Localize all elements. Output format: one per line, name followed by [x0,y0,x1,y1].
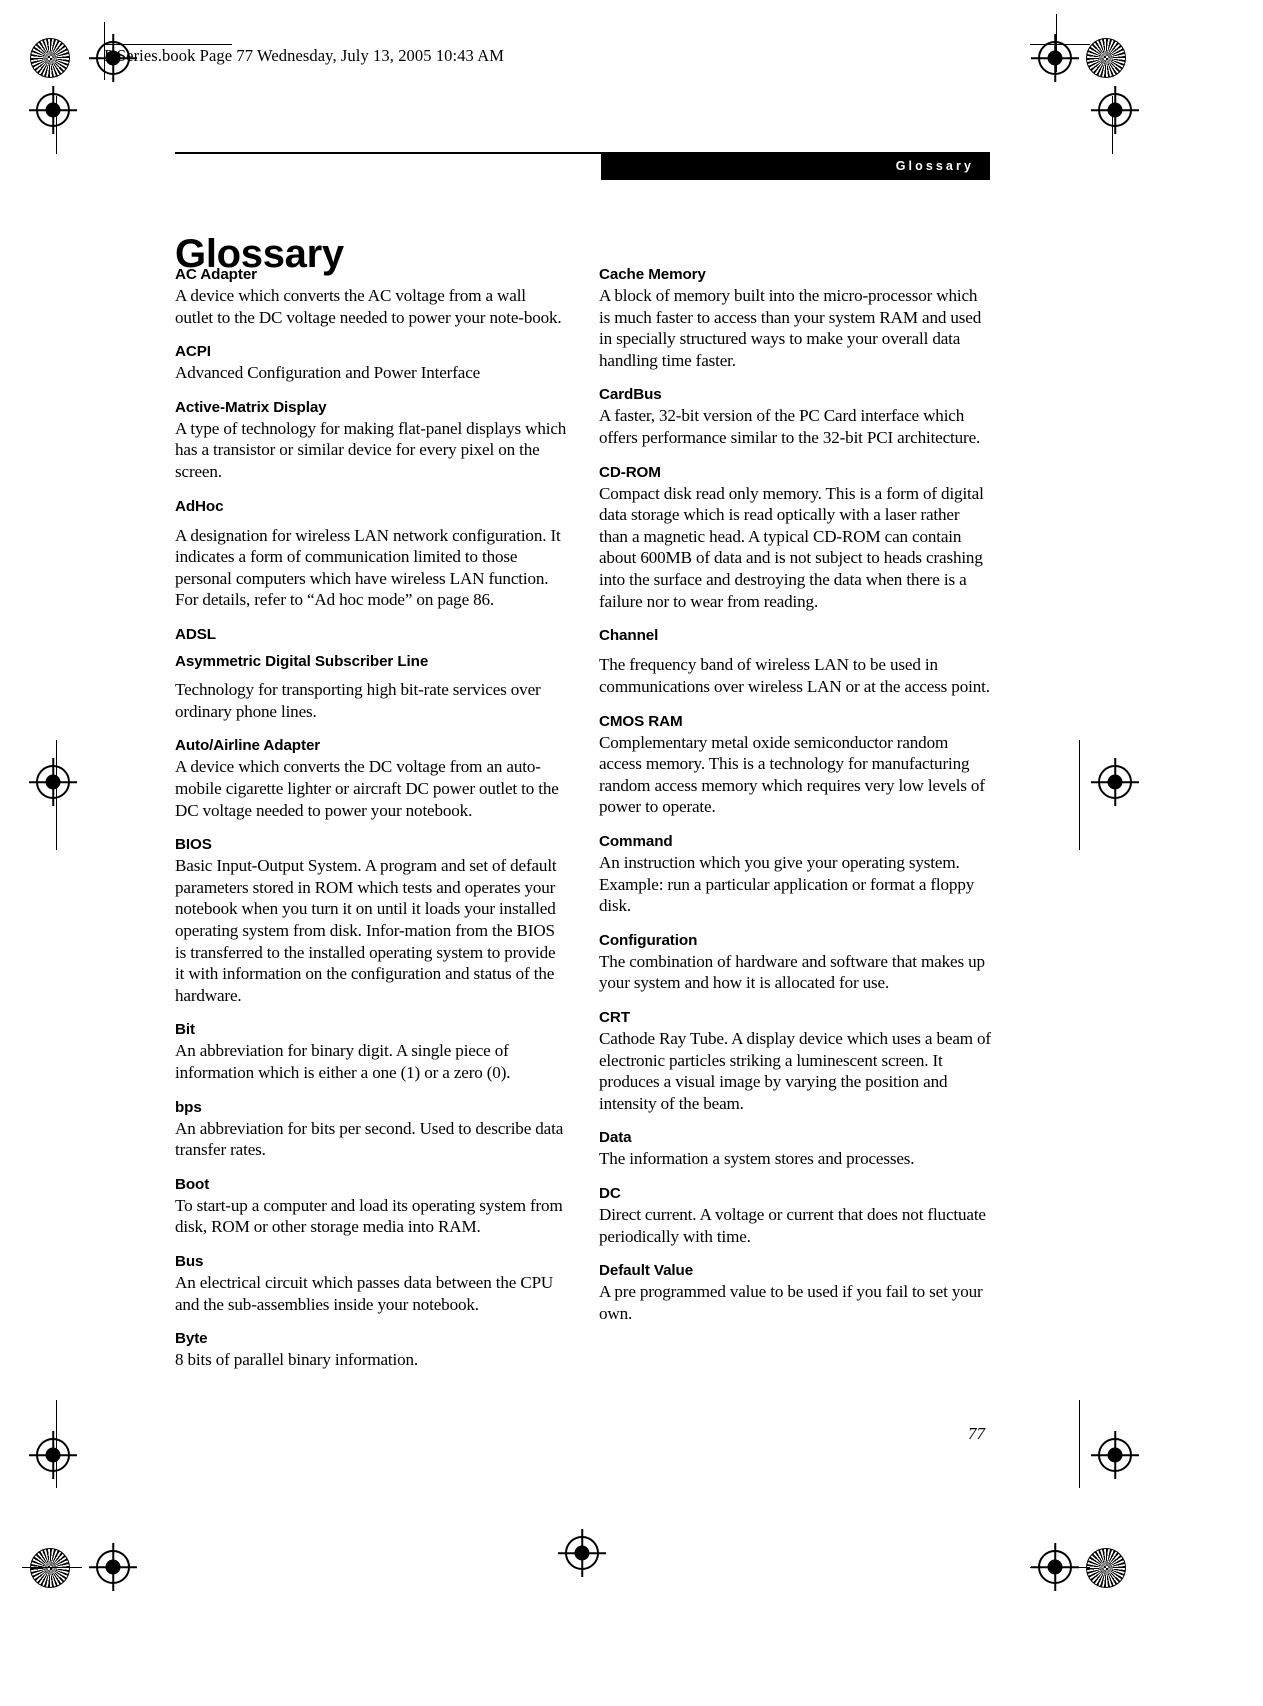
registration-mark-bottom-center [565,1536,599,1570]
glossary-entry: Boot To start-up a computer and load its … [175,1175,567,1238]
glossary-subterm: Asymmetric Digital Subscriber Line [175,653,429,671]
glossary-entry: bps An abbreviation for bits per second. … [175,1098,567,1161]
glossary-term: Active-Matrix Display [175,398,327,416]
glossary-definition: To start-up a computer and load its oper… [175,1195,563,1237]
glossary-entry: ACPI Advanced Configuration and Power Int… [175,342,567,384]
glossary-definition: A type of technology for making flat-pan… [175,418,567,482]
glossary-definition: Complementary metal oxide semiconductor … [599,732,985,817]
glossary-definition: An instruction which you give your opera… [599,852,975,916]
glossary-term: bps [175,1098,202,1116]
glossary-term: ACPI [175,343,211,361]
glossary-entry: BIOS Basic Input-Output System. A program… [175,835,567,1006]
glossary-term: CRT [599,1009,630,1027]
glossary-term: DC [599,1185,621,1203]
glossary-term: Default Value [599,1262,694,1280]
glossary-entry: ADSL Asymmetric Digital Subscriber Line Te… [175,625,567,722]
starburst-mark-top-left [30,38,70,78]
glossary-term: Bit [175,1021,195,1039]
glossary-entry: CD-ROM Compact disk read only memory. Thi… [599,463,991,613]
glossary-definition: Advanced Configuration and Power Interfa… [175,363,481,383]
glossary-term: Command [599,832,673,850]
glossary-definition: Compact disk read only memory. This is a… [599,483,984,611]
glossary-term: CardBus [599,386,662,404]
glossary-definition: Direct current. A voltage or current tha… [599,1205,986,1246]
glossary-term: Byte [175,1330,208,1348]
glossary-definition: An abbreviation for bits per second. Use… [175,1118,564,1160]
crop-mark-right-vertical-middle [1079,740,1081,850]
page-canvas: P Series.book Page 77 Wednesday, July 13… [0,0,1263,1706]
glossary-term: Bus [175,1253,204,1271]
registration-mark-top-right [1038,41,1072,75]
glossary-definition: A device which converts the DC voltage f… [175,757,559,820]
glossary-term: Cache Memory [599,266,706,283]
glossary-entry: Byte 8 bits of parallel binary informatio… [175,1329,567,1371]
glossary-term: ADSL [175,626,216,644]
glossary-definition: A block of memory built into the micro-p… [599,286,982,370]
glossary-definition: A faster, 32-bit version of the PC Card … [599,406,981,448]
glossary-definition: A designation for wireless LAN network c… [175,525,561,610]
glossary-definition: An electrical circuit which passes data … [175,1273,554,1314]
glossary-definition: The frequency band of wireless LAN to be… [599,655,990,696]
registration-mark-right-middle [1098,765,1132,799]
glossary-definition: Basic Input-Output System. A program and… [175,856,557,1005]
crop-mark-bottom-left-horizontal [22,1567,82,1569]
glossary-entry: Default Value A pre programmed value to b… [599,1261,991,1324]
glossary-term: Auto/Airline Adapter [175,737,321,755]
glossary-term: CMOS RAM [599,712,683,730]
glossary-entry: CMOS RAM Complementary metal oxide semico… [599,712,991,818]
glossary-definition: The combination of hardware and software… [599,951,985,993]
glossary-term: AdHoc [175,497,224,515]
glossary-term: CD-ROM [599,463,661,481]
glossary-entry: CRT Cathode Ray Tube. A display device wh… [599,1008,991,1114]
glossary-definition: A device which converts the AC voltage f… [175,286,562,327]
crop-mark-top-right-horizontal [1030,44,1090,46]
glossary-definition: A pre programmed value to be used if you… [599,1282,983,1323]
registration-mark-bottom-left [96,1550,130,1584]
glossary-entry: Active-Matrix Display A type of technolog… [175,398,567,483]
glossary-term: BIOS [175,836,212,854]
registration-mark-right-lower [1098,1438,1132,1472]
glossary-entry: Channel The frequency band of wireless LA… [599,626,991,697]
glossary-entry: DC Direct current. A voltage or current t… [599,1184,991,1247]
crop-mark-right-vertical-upper [1112,96,1114,154]
print-slug-line: P Series.book Page 77 Wednesday, July 13… [104,46,505,65]
glossary-entry: Cache Memory A block of memory built into… [599,265,991,371]
registration-mark-left-lower [36,1438,70,1472]
crop-mark-bottom-right-horizontal [1030,1567,1090,1569]
glossary-entry: AC Adapter A device which converts the AC… [175,265,567,328]
crop-mark-left-vertical-lower [56,1400,58,1488]
glossary-column-left: AC Adapter A device which converts the AC… [175,265,567,1385]
registration-mark-left-middle [36,765,70,799]
page-number: 77 [968,1424,985,1443]
glossary-entry: Command An instruction which you give you… [599,832,991,917]
glossary-definition: Technology for transporting high bit-rat… [175,680,541,721]
glossary-entry: Configuration The combination of hardware… [599,931,991,994]
glossary-term: Boot [175,1175,210,1193]
registration-mark-left-upper [36,93,70,127]
crop-mark-left-vertical-middle [56,740,58,850]
glossary-entry: Auto/Airline Adapter A device which conve… [175,736,567,821]
glossary-entry: CardBus A faster, 32-bit version of the P… [599,385,991,448]
registration-mark-right-upper [1098,93,1132,127]
glossary-entry: Bus An electrical circuit which passes da… [175,1252,567,1315]
glossary-definition: Cathode Ray Tube. A display device which… [599,1029,991,1113]
glossary-entry: Bit An abbreviation for binary digit. A s… [175,1020,567,1083]
glossary-term: Configuration [599,931,698,949]
glossary-term: AC Adapter [175,266,257,283]
glossary-term: Channel [599,627,659,645]
glossary-definition: The information a system stores and proc… [599,1149,915,1169]
crop-mark-top-left-vertical [1056,14,1058,72]
running-head-glossary: Glossary [601,154,990,180]
starburst-mark-bottom-right [1086,1548,1126,1588]
glossary-entry: AdHoc A designation for wireless LAN netw… [175,497,567,611]
glossary-term: Data [599,1129,632,1147]
glossary-definition: An abbreviation for binary digit. A sing… [175,1041,511,1083]
glossary-definition: 8 bits of parallel binary information. [175,1350,419,1370]
starburst-mark-top-right [1086,38,1126,78]
glossary-entry: Data The information a system stores and … [599,1128,991,1170]
crop-mark-right-vertical-lower [1079,1400,1081,1488]
crop-mark-left-vertical-upper [56,96,58,154]
glossary-column-right: Cache Memory A block of memory built into… [599,265,991,1339]
